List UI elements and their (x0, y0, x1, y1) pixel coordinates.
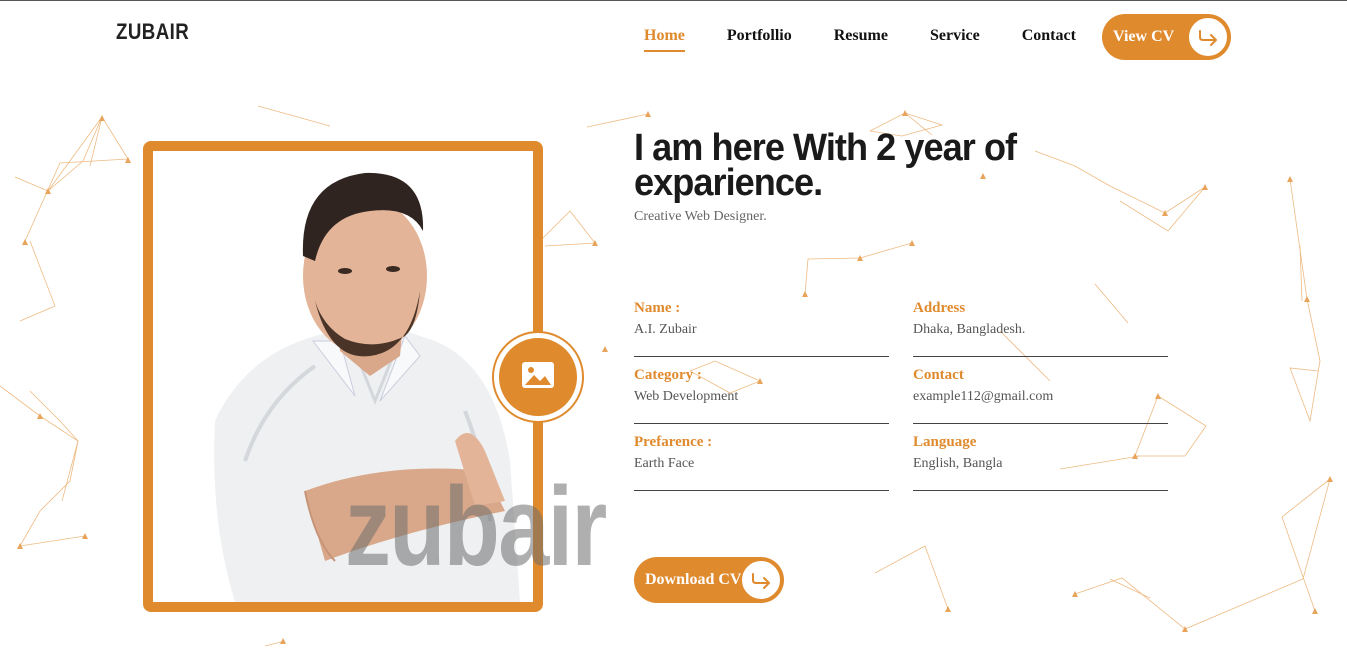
info-contact: Contact example112@gmail.com (913, 367, 1168, 424)
info-label: Prefarence : (634, 434, 713, 450)
info-preference: Prefarence : Earth Face (634, 434, 889, 491)
download-cv-button[interactable]: Download CV (634, 557, 784, 603)
nav-home[interactable]: Home (644, 27, 685, 52)
info-value: Dhaka, Bangladesh. (913, 322, 1026, 337)
brand-logo[interactable]: ZUBAIR (116, 19, 189, 45)
hero-heading: I am here With 2 year of exparience. (634, 127, 1017, 204)
return-arrow-icon (740, 559, 782, 601)
info-label: Contact (913, 367, 964, 383)
nav-contact[interactable]: Contact (1022, 27, 1076, 52)
info-value: A.I. Zubair (634, 322, 697, 337)
return-arrow-icon (1187, 16, 1229, 58)
name-watermark: zubair (345, 464, 607, 589)
nav-service[interactable]: Service (930, 27, 980, 52)
info-name: Name : A.I. Zubair (634, 300, 889, 357)
info-label: Language (913, 434, 977, 450)
info-value: Earth Face (634, 456, 695, 471)
info-address: Address Dhaka, Bangladesh. (913, 300, 1168, 357)
info-value: example112@gmail.com (913, 389, 1054, 404)
image-badge[interactable] (492, 331, 584, 423)
download-cv-label: Download CV (645, 571, 742, 588)
info-category: Category : Web Development (634, 367, 889, 424)
info-label: Category : (634, 367, 702, 383)
info-label: Name : (634, 300, 681, 316)
main-nav: Home Portfollio Resume Service Contact (644, 27, 1118, 52)
info-language: Language English, Bangla (913, 434, 1168, 491)
info-value: English, Bangla (913, 456, 1003, 471)
info-value: Web Development (634, 389, 739, 404)
view-cv-button[interactable]: View CV (1102, 14, 1231, 60)
image-icon (520, 360, 556, 395)
info-label: Address (913, 300, 966, 316)
nav-portfolio[interactable]: Portfollio (727, 27, 792, 52)
nav-resume[interactable]: Resume (834, 27, 888, 52)
hero-subheading: Creative Web Designer. (634, 209, 767, 224)
view-cv-label: View CV (1113, 28, 1175, 45)
